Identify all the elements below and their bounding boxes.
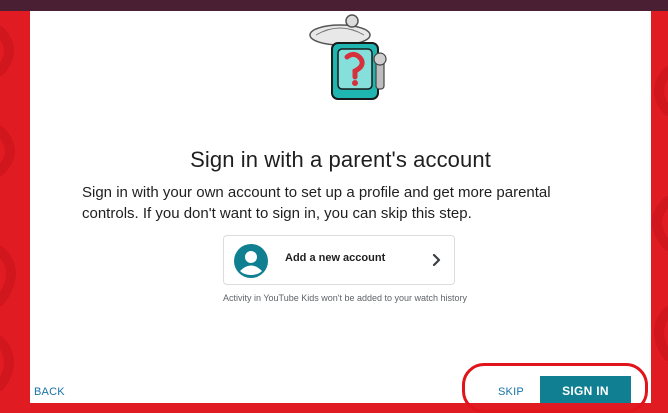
sign-in-button[interactable]: SIGN IN bbox=[540, 376, 631, 403]
dialog-description: Sign in with your own account to set up … bbox=[82, 184, 551, 222]
account-circle-icon bbox=[234, 244, 268, 278]
sign-in-dialog: Sign in with a parent's account Sign in … bbox=[30, 11, 651, 403]
skip-button[interactable]: SKIP bbox=[498, 386, 524, 398]
top-bar bbox=[0, 0, 668, 11]
dialog-title: Sign in with a parent's account bbox=[190, 147, 491, 172]
add-new-account-option[interactable]: Add a new account bbox=[223, 235, 455, 285]
add-account-label: Add a new account bbox=[285, 252, 386, 264]
back-button[interactable]: BACK bbox=[34, 386, 65, 398]
activity-note: Activity in YouTube Kids won't be added … bbox=[223, 293, 468, 303]
youtube-kids-robot-icon bbox=[309, 14, 387, 100]
chevron-right-icon bbox=[432, 253, 441, 267]
